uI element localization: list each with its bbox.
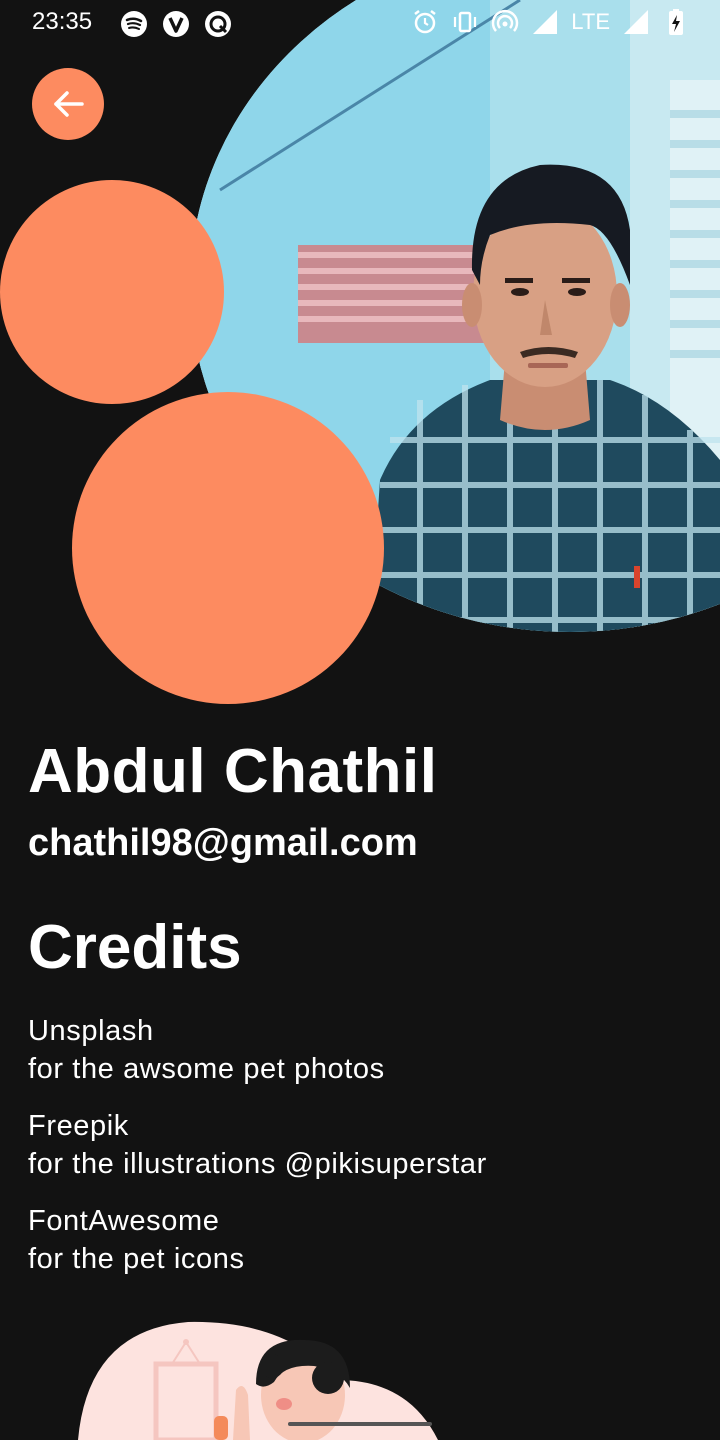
status-time: 23:35 (32, 8, 93, 35)
credits-list: Unsplash for the awsome pet photos Freep… (28, 1012, 708, 1297)
credit-item: Freepik for the illustrations @pikisuper… (28, 1107, 708, 1183)
q-app-icon (205, 11, 231, 37)
battery-charging-icon (669, 9, 683, 35)
credit-description: for the awsome pet photos (28, 1053, 385, 1085)
notification-icons (120, 10, 232, 38)
status-bar: 23:35 LTE (0, 0, 720, 48)
signal-icon (624, 10, 648, 34)
vibrate-icon (454, 11, 477, 33)
signal-icon (533, 10, 558, 34)
profile-email: chathil98@gmail.com (28, 822, 418, 864)
back-button[interactable] (32, 68, 104, 140)
system-icons: LTE (411, 8, 690, 36)
v-app-icon (163, 11, 189, 37)
credit-item: FontAwesome for the pet icons (28, 1202, 708, 1278)
credits-title: Credits (28, 913, 242, 982)
credit-description: for the pet icons (28, 1243, 245, 1275)
home-indicator[interactable] (288, 1422, 432, 1426)
credit-source: FontAwesome (28, 1205, 220, 1237)
credit-source: Unsplash (28, 1015, 154, 1047)
credit-source: Freepik (28, 1110, 129, 1142)
credit-item: Unsplash for the awsome pet photos (28, 1012, 708, 1088)
profile-name: Abdul Chathil (28, 737, 438, 806)
alarm-icon (414, 10, 437, 34)
credit-description: for the illustrations @pikisuperstar (28, 1148, 487, 1180)
network-type: LTE (571, 9, 610, 34)
profile-hero (0, 0, 720, 720)
arrow-left-icon (54, 91, 84, 117)
decorative-circle-small (0, 180, 224, 404)
spotify-icon (121, 11, 147, 37)
profile-screen: 23:35 LTE Abdul Chathil chathil98@gmail.… (0, 0, 720, 1440)
decorative-circle-large (72, 392, 384, 704)
hotspot-icon (492, 9, 519, 32)
